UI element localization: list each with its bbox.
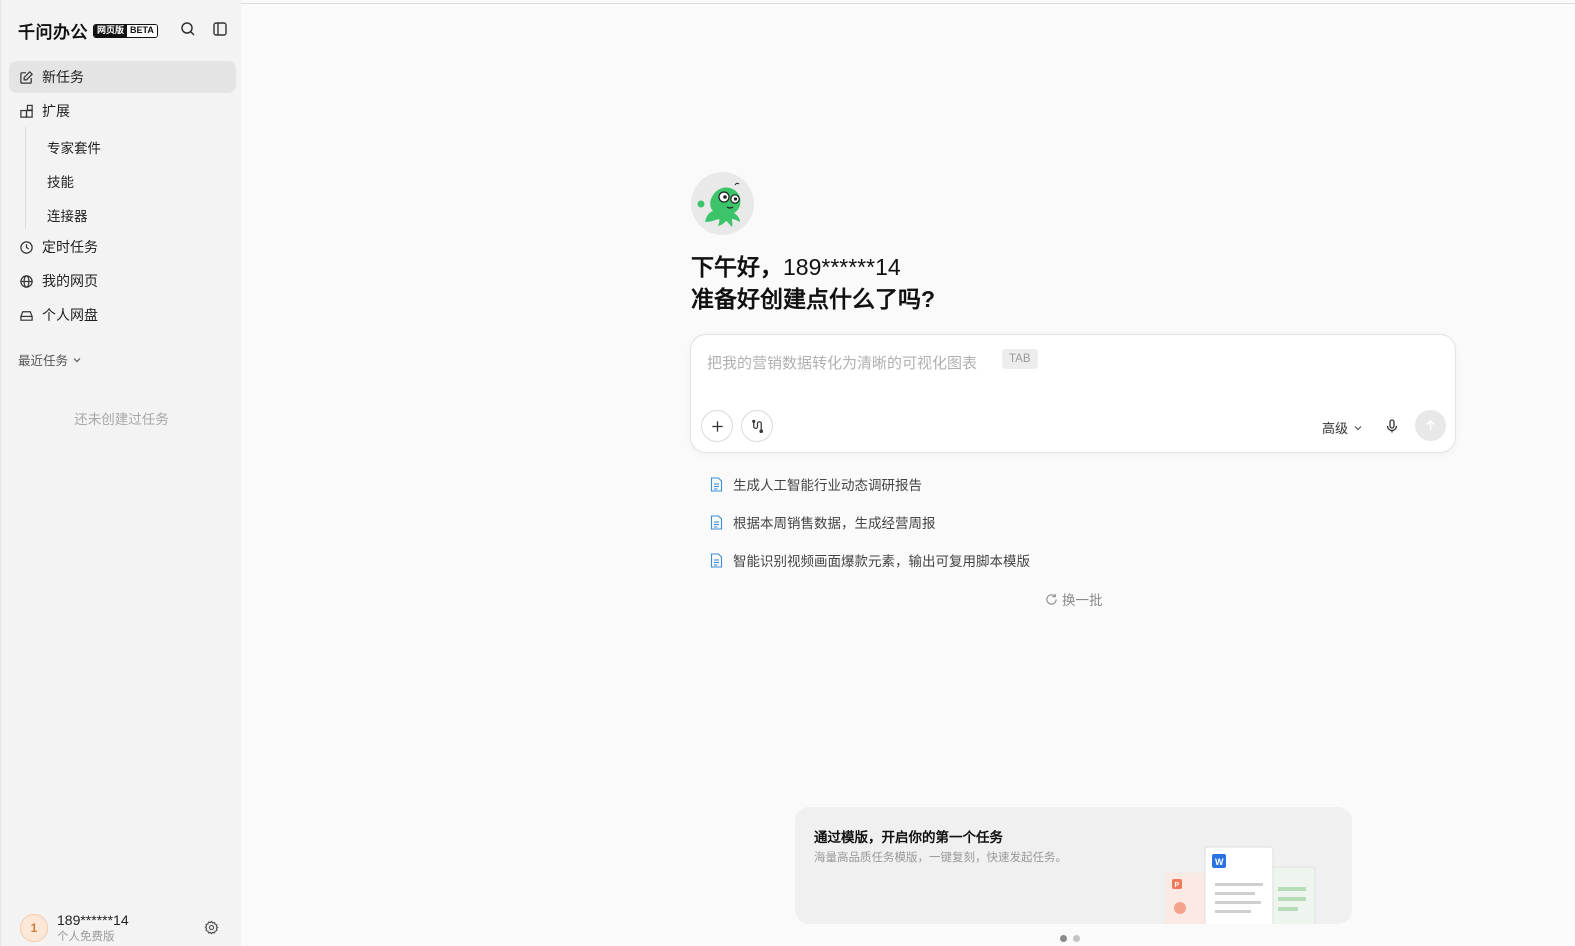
card-subtitle: 海量高品质任务模版，一键复刻，快速发起任务。 [814, 852, 1067, 864]
card-title: 通过模版，开启你的第一个任务 [814, 830, 1003, 845]
empty-tasks-note: 还未创建过任务 [74, 412, 169, 427]
carousel-dot[interactable] [1073, 935, 1080, 942]
nav-extensions[interactable]: 扩展 [9, 95, 236, 127]
drive-icon [20, 310, 33, 321]
arrow-up-icon [1426, 419, 1435, 431]
suggestion-text: 生成人工智能行业动态调研报告 [733, 478, 922, 493]
user-profile[interactable]: 1 189******14 个人免费版 [20, 912, 129, 944]
extensions-icon [20, 104, 33, 118]
nav-my-webpages[interactable]: 我的网页 [9, 265, 236, 297]
document-icon [710, 476, 723, 492]
nav-personal-drive[interactable]: 个人网盘 [9, 299, 236, 331]
add-attachment-button[interactable] [701, 410, 733, 442]
beta-badge: BETA [127, 24, 157, 37]
submenu-guide-line [25, 127, 26, 229]
documents-illustration: P W [1164, 846, 1316, 924]
edit-icon [20, 70, 33, 84]
user-name: 189******14 [57, 912, 129, 928]
version-badge: 网页版 BETA [93, 23, 158, 38]
task-composer: 把我的营销数据转化为清晰的可视化图表 TAB 高级 [690, 334, 1456, 453]
web-badge: 网页版 [94, 24, 128, 37]
greeting: 下午好，189******14 准备好创建点什么了吗? [691, 251, 935, 315]
clock-icon [20, 240, 33, 254]
recent-tasks-label: 最近任务 [18, 354, 69, 368]
nav-scheduled-label: 定时任务 [42, 239, 98, 255]
document-icon [710, 552, 723, 568]
greeting-username: 189******14 [783, 254, 901, 280]
plus-icon [711, 420, 723, 432]
gear-icon[interactable] [204, 920, 219, 935]
nav-scheduled-tasks[interactable]: 定时任务 [9, 231, 236, 263]
sidebar-toggle-icon[interactable] [212, 21, 228, 37]
recent-tasks-toggle[interactable]: 最近任务 [18, 350, 82, 369]
chevron-down-icon [73, 357, 81, 362]
nav-drive-label: 个人网盘 [42, 307, 98, 323]
connector-icon [751, 419, 763, 433]
refresh-label: 换一批 [1062, 593, 1103, 608]
send-button[interactable] [1415, 410, 1446, 441]
avatar: 1 [20, 914, 48, 942]
carousel-dot[interactable] [1060, 935, 1067, 942]
mascot-avatar [691, 172, 754, 235]
nav-skills[interactable]: 技能 [47, 171, 74, 191]
user-plan: 个人免费版 [57, 931, 115, 943]
sidebar: 千问办公 网页版 BETA 新任务 扩展 专家套件 技能 连接器 定时任务 我的… [0, 0, 241, 946]
greeting-prompt: 准备好创建点什么了吗? [691, 286, 936, 312]
nav-extensions-label: 扩展 [42, 103, 70, 119]
nav-expert-kit[interactable]: 专家套件 [47, 137, 101, 157]
nav-new-task-label: 新任务 [42, 69, 84, 85]
microphone-icon[interactable] [1384, 418, 1400, 434]
refresh-icon [1046, 593, 1057, 605]
greeting-text: 下午好， [691, 254, 783, 280]
brand-logo[interactable]: 千问办公 网页版 BETA [18, 18, 158, 43]
suggestion-text: 根据本周销售数据，生成经营周报 [733, 516, 936, 531]
chevron-down-icon [1354, 425, 1362, 430]
tab-hint-chip: TAB [1002, 349, 1038, 369]
refresh-suggestions-button[interactable]: 换一批 [1045, 589, 1103, 609]
suggestion-item[interactable]: 生成人工智能行业动态调研报告 [710, 474, 922, 494]
advanced-label: 高级 [1322, 421, 1349, 436]
suggestion-text: 智能识别视频画面爆款元素，输出可复用脚本模版 [733, 554, 1030, 569]
brand-name: 千问办公 [18, 23, 88, 42]
document-icon [710, 514, 723, 530]
carousel-dots [1060, 935, 1086, 942]
suggestion-item[interactable]: 智能识别视频画面爆款元素，输出可复用脚本模版 [710, 550, 1030, 570]
tools-button[interactable] [741, 410, 773, 442]
task-input[interactable]: 把我的营销数据转化为清晰的可视化图表 [707, 352, 977, 373]
browser-frame-edge [80, 0, 1575, 4]
advanced-dropdown[interactable]: 高级 [1322, 418, 1363, 437]
nav-my-web-label: 我的网页 [42, 273, 98, 289]
nav-new-task[interactable]: 新任务 [9, 61, 236, 93]
suggestion-item[interactable]: 根据本周销售数据，生成经营周报 [710, 512, 936, 532]
template-promo-card[interactable]: 通过模版，开启你的第一个任务 海量高品质任务模版，一键复刻，快速发起任务。 P … [795, 807, 1352, 924]
nav-connectors[interactable]: 连接器 [47, 205, 88, 225]
ppt-label: P [1175, 882, 1180, 889]
search-icon[interactable] [180, 21, 196, 37]
globe-icon [20, 274, 33, 288]
doc-label: W [1215, 857, 1224, 867]
